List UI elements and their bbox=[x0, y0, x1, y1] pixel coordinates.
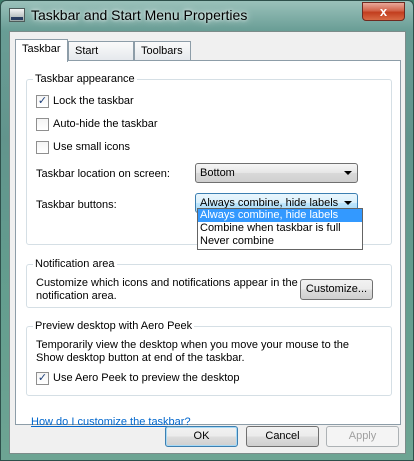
properties-window: Taskbar and Start Menu Properties x Task… bbox=[0, 0, 414, 461]
location-value: Bottom bbox=[200, 167, 235, 179]
dropdown-option[interactable]: Never combine bbox=[198, 235, 362, 248]
tab-start-menu[interactable]: Start Menu bbox=[68, 41, 134, 75]
location-combobox[interactable]: Bottom bbox=[195, 163, 358, 183]
tab-toolbars[interactable]: Toolbars bbox=[134, 41, 191, 61]
aero-peek-description: Temporarily view the desktop when you mo… bbox=[36, 339, 350, 364]
close-button[interactable]: x bbox=[362, 2, 405, 21]
notification-area-group: Notification area Customize which icons … bbox=[26, 258, 392, 308]
notification-description: Customize which icons and notifications … bbox=[36, 277, 298, 302]
taskbar-buttons-label: Taskbar buttons: bbox=[36, 199, 117, 211]
group-title-notification: Notification area bbox=[33, 258, 117, 270]
ok-button[interactable]: OK bbox=[165, 426, 238, 447]
aero-peek-checkbox[interactable]: ✓ Use Aero Peek to preview the desktop bbox=[36, 371, 240, 385]
autohide-taskbar-checkbox[interactable]: Auto-hide the taskbar bbox=[36, 117, 158, 131]
lock-taskbar-checkbox[interactable]: ✓ Lock the taskbar bbox=[36, 94, 134, 108]
tab-taskbar[interactable]: Taskbar bbox=[15, 39, 68, 62]
checkbox-box[interactable] bbox=[36, 140, 49, 154]
title-bar[interactable]: Taskbar and Start Menu Properties x bbox=[1, 1, 413, 31]
autohide-label: Auto-hide the taskbar bbox=[53, 118, 158, 130]
location-label: Taskbar location on screen: bbox=[36, 168, 170, 180]
lock-taskbar-label: Lock the taskbar bbox=[53, 95, 134, 107]
small-icons-checkbox[interactable]: Use small icons bbox=[36, 140, 130, 154]
cancel-button[interactable]: Cancel bbox=[246, 426, 319, 447]
checkmark-icon[interactable]: ✓ bbox=[36, 371, 49, 385]
checkbox-box[interactable] bbox=[36, 117, 49, 131]
group-title-appearance: Taskbar appearance bbox=[33, 73, 137, 85]
customize-button[interactable]: Customize... bbox=[300, 279, 373, 300]
aero-peek-group: Preview desktop with Aero Peek Temporari… bbox=[26, 320, 392, 396]
chevron-down-icon bbox=[344, 171, 352, 175]
aero-peek-label: Use Aero Peek to preview the desktop bbox=[53, 372, 240, 384]
dropdown-option[interactable]: Combine when taskbar is full bbox=[198, 222, 362, 235]
taskbar-properties-icon bbox=[9, 8, 25, 22]
window-title: Taskbar and Start Menu Properties bbox=[31, 7, 248, 23]
chevron-down-icon bbox=[344, 201, 352, 205]
checkmark-icon[interactable]: ✓ bbox=[36, 94, 49, 108]
small-icons-label: Use small icons bbox=[53, 141, 131, 153]
dialog-client-area: Taskbar Start Menu Toolbars Taskbar appe… bbox=[9, 31, 406, 454]
group-title-aero-peek: Preview desktop with Aero Peek bbox=[33, 320, 195, 332]
taskbar-buttons-dropdown-list: Always combine, hide labels Combine when… bbox=[197, 208, 363, 250]
dropdown-option[interactable]: Always combine, hide labels bbox=[198, 209, 362, 222]
apply-button[interactable]: Apply bbox=[326, 426, 399, 447]
